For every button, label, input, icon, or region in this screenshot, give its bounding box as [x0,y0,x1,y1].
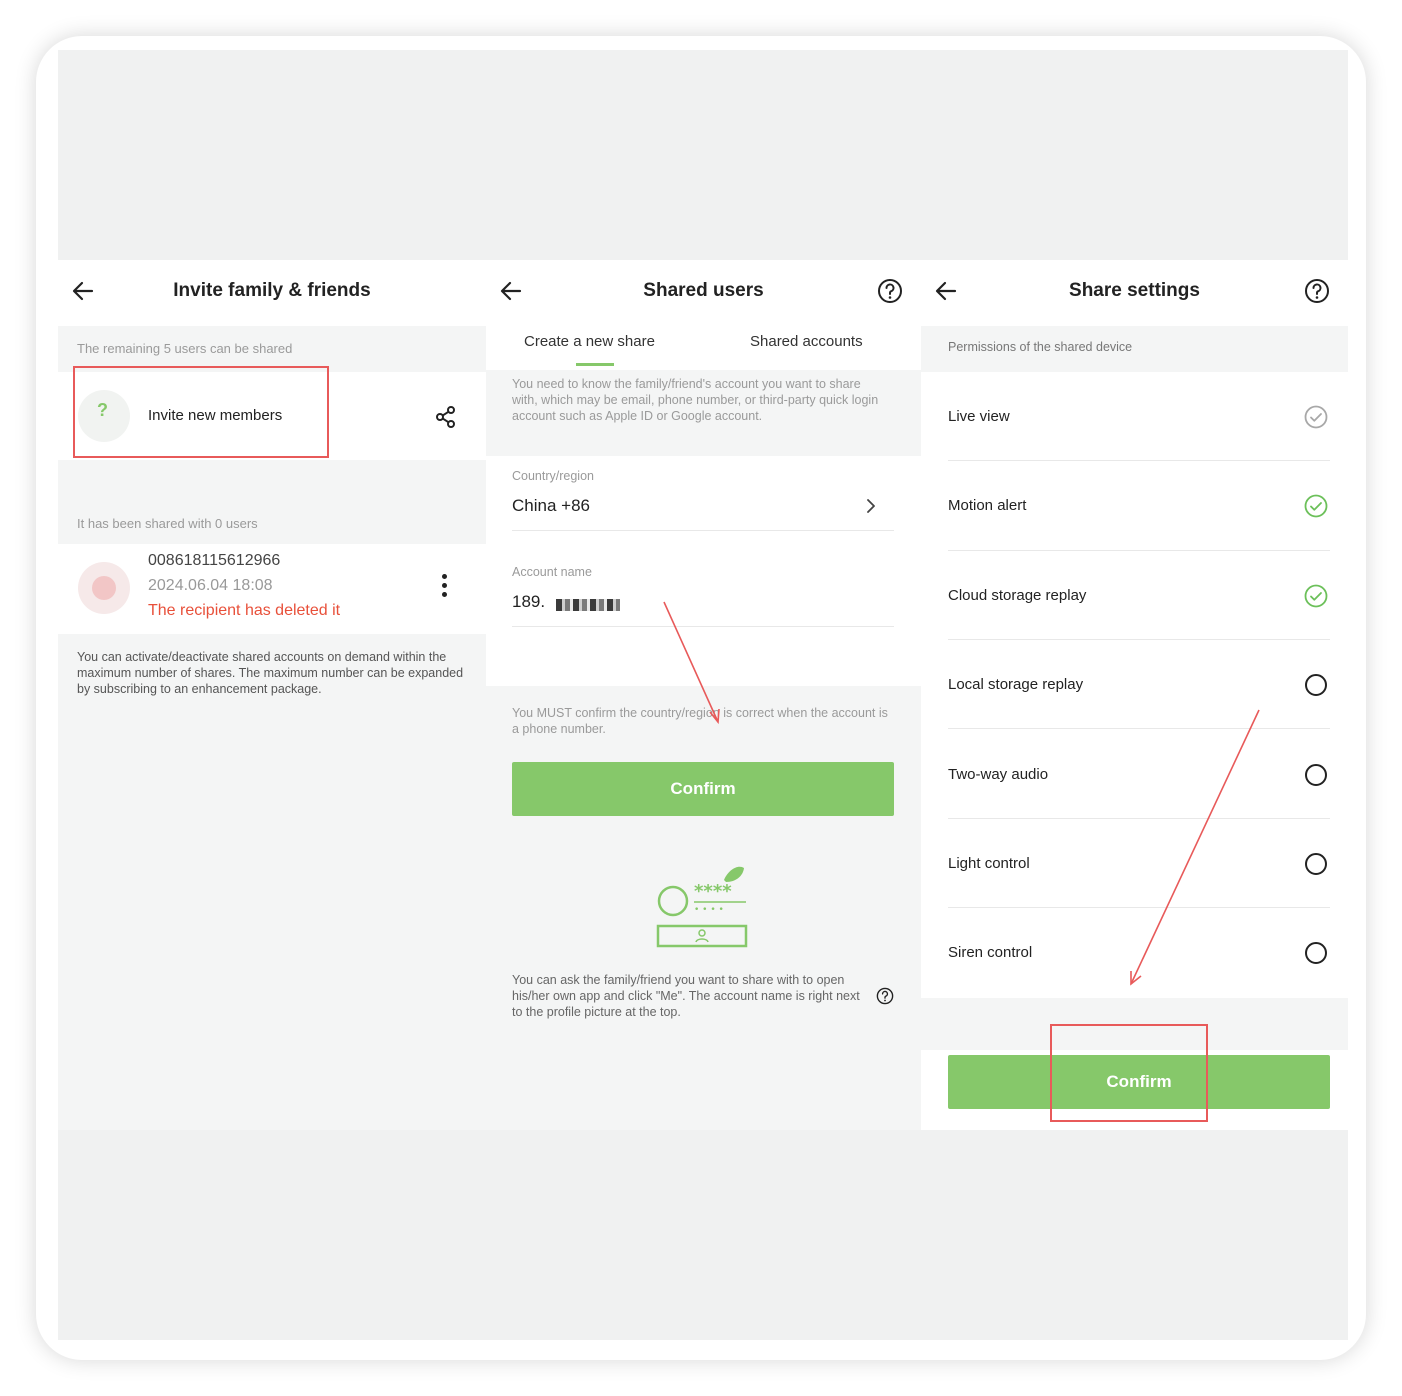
share-note: You can activate/deactivate shared accou… [77,650,464,696]
shared-users-panel: Shared users Create a new share Shared a… [486,260,921,1130]
shared-status: The recipient has deleted it [148,602,341,619]
shared-date: 2024.06.04 18:08 [148,577,273,594]
invite-panel: Invite family & friends The remaining 5 … [58,260,486,1130]
avatar-face [92,576,116,600]
shared-user-row[interactable]: 008618115612966 2024.06.04 18:08 The rec… [58,544,486,634]
shared-count-text: It has been shared with 0 users [77,516,258,531]
page-title: Invite family & friends [173,280,371,301]
shared-account: 008618115612966 [148,552,281,569]
invite-header: Invite family & friends [58,260,486,326]
annotation-arrow [663,601,720,725]
screenshot-area: Invite family & friends The remaining 5 … [58,50,1348,1340]
share-settings-panel: Share settings Permissions of the shared… [921,260,1348,1130]
annotation-box-invite [73,366,329,458]
more-options-icon[interactable] [442,574,448,597]
annotation-arrow [1130,709,1260,986]
remaining-text: The remaining 5 users can be shared [77,341,293,356]
avatar [78,562,130,614]
share-icon[interactable] [434,405,458,429]
